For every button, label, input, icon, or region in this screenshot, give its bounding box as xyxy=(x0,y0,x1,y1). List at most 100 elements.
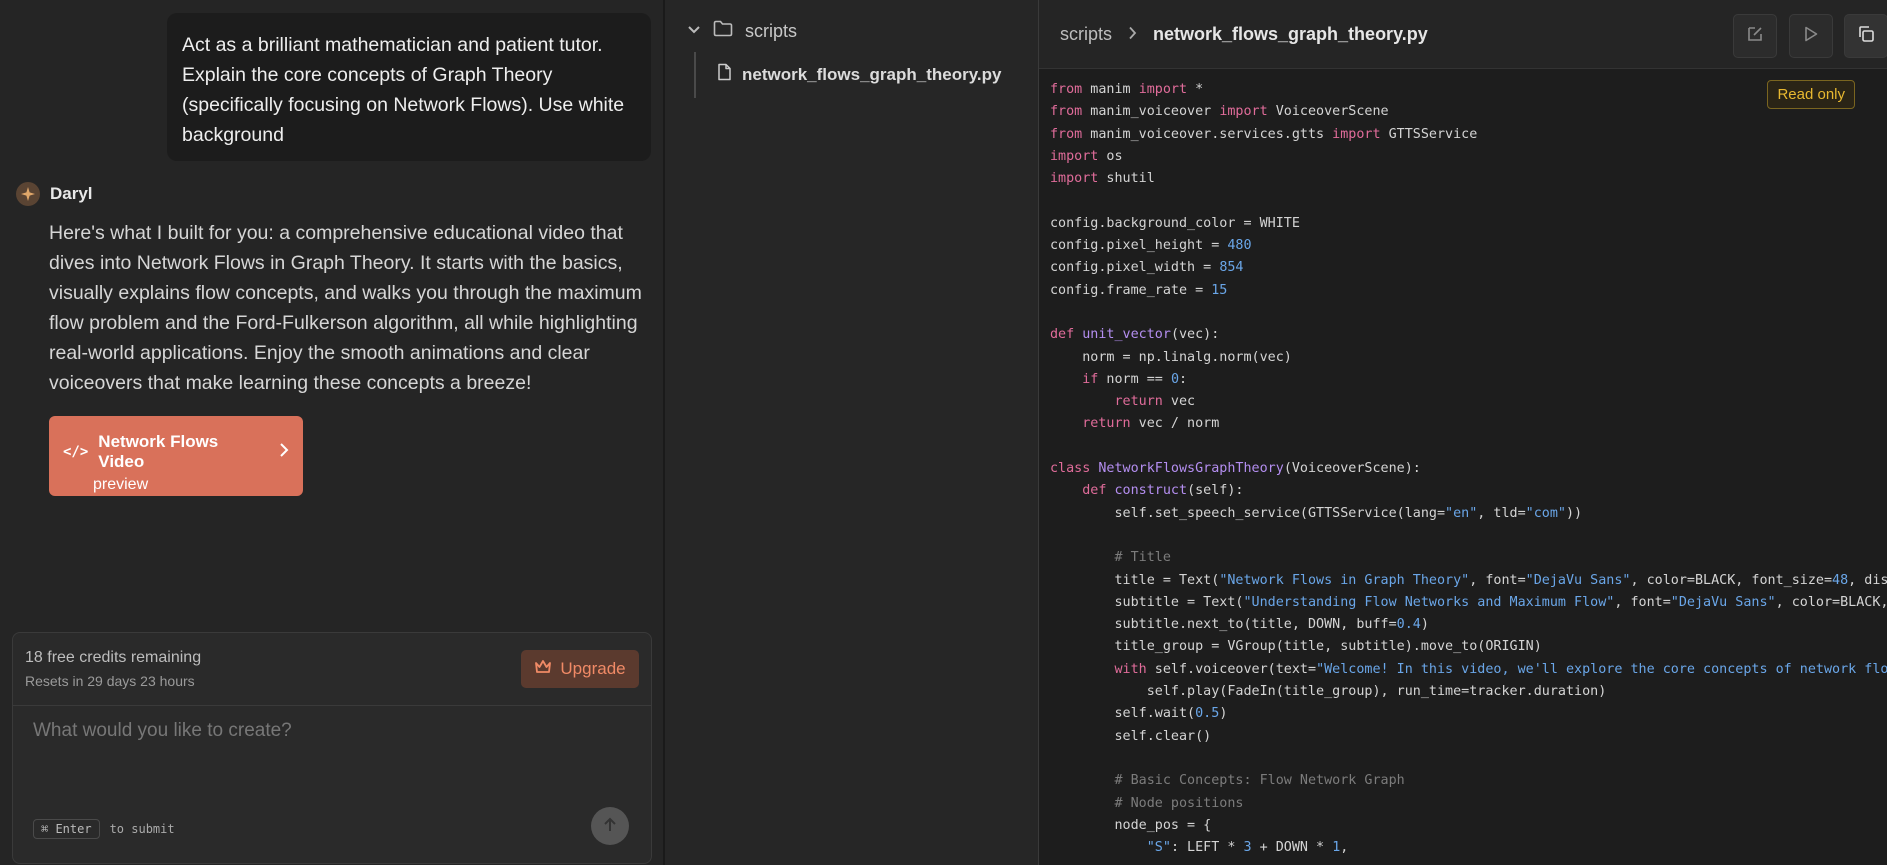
code-token: : xyxy=(1179,371,1188,387)
code-token: norm = np.linalg.norm(vec) xyxy=(1050,349,1292,365)
code-token: from xyxy=(1050,82,1083,97)
code-token: "DejaVu Sans" xyxy=(1525,572,1631,588)
file-icon xyxy=(717,63,732,86)
code-token: title = Text( xyxy=(1050,572,1220,588)
code-line: # Node positions xyxy=(1050,793,1887,815)
edit-button[interactable] xyxy=(1733,14,1777,58)
tree-guide-line xyxy=(694,52,696,98)
code-line: def construct(self): xyxy=(1050,480,1887,502)
code-line: self.play(FadeIn(title_group), run_time=… xyxy=(1050,681,1887,703)
code-token: norm == xyxy=(1098,371,1171,387)
assistant-message: Here's what I built for you: a comprehen… xyxy=(49,222,642,394)
tree-folder-scripts[interactable]: scripts xyxy=(687,20,797,42)
code-token: class xyxy=(1050,461,1091,477)
code-token: (self): xyxy=(1187,483,1244,499)
composer: 18 free credits remaining Resets in 29 d… xyxy=(12,632,652,864)
code-token: "com" xyxy=(1525,505,1566,521)
code-token: import xyxy=(1219,104,1268,120)
code-token: : LEFT * xyxy=(1170,840,1244,856)
code-token: from xyxy=(1050,104,1083,120)
code-token: construct xyxy=(1114,483,1188,499)
credits-bar: 18 free credits remaining Resets in 29 d… xyxy=(13,633,651,706)
code-token: 0 xyxy=(1170,371,1179,387)
code-token: self.set_speech_service(GTTSService(lang… xyxy=(1050,505,1446,521)
code-token: # Node positions xyxy=(1114,795,1244,811)
code-line: "S": LEFT * 3 + DOWN * 1, xyxy=(1050,837,1887,859)
editor-header: scripts network_flows_graph_theory.py xyxy=(1039,0,1887,69)
code-token: ) xyxy=(1420,617,1429,633)
credits-reset: Resets in 29 days 23 hours xyxy=(25,673,195,689)
code-token: vec / norm xyxy=(1130,416,1220,432)
code-token: , xyxy=(1340,840,1349,856)
code-line: if norm == 0: xyxy=(1050,369,1887,391)
code-line: config.background_color = WHITE xyxy=(1050,213,1887,235)
code-token: unit_vector xyxy=(1082,327,1171,343)
code-line: self.wait(0.5) xyxy=(1050,703,1887,725)
tree-file-network-flows[interactable]: network_flows_graph_theory.py xyxy=(717,63,1001,86)
arrow-up-icon xyxy=(603,817,617,836)
code-line: from manim_voiceover.services.gtts impor… xyxy=(1050,124,1887,146)
code-token: self.voiceover(text= xyxy=(1146,661,1317,677)
code-line: import os xyxy=(1050,146,1887,168)
code-token: )) xyxy=(1565,505,1583,521)
upgrade-label: Upgrade xyxy=(560,659,626,678)
code-token: "Understanding Flow Networks and Maximum… xyxy=(1243,594,1615,610)
send-button[interactable] xyxy=(591,807,629,845)
shortcut-key: ⌘ Enter xyxy=(33,819,100,839)
code-token: "en" xyxy=(1445,505,1478,521)
code-line: return vec xyxy=(1050,391,1887,413)
code-token: , disa xyxy=(1848,572,1887,588)
crown-icon xyxy=(534,659,552,680)
code-token: , tld= xyxy=(1477,505,1526,521)
file-tree-panel: scripts network_flows_graph_theory.py xyxy=(665,0,1039,865)
play-icon xyxy=(1804,26,1818,47)
code-token: vec xyxy=(1162,394,1196,410)
code-token: ) xyxy=(1219,706,1228,722)
chevron-down-icon xyxy=(687,22,701,40)
code-token: , color=BLACK, font_size= xyxy=(1630,572,1833,588)
code-token: * xyxy=(1187,82,1204,97)
code-line: class NetworkFlowsGraphTheory(VoiceoverS… xyxy=(1050,458,1887,480)
code-line: subtitle.next_to(title, DOWN, buff=0.4) xyxy=(1050,614,1887,636)
folder-icon xyxy=(713,20,733,42)
code-token: "Network Flows in Graph Theory" xyxy=(1219,572,1470,588)
code-line: subtitle = Text("Understanding Flow Netw… xyxy=(1050,592,1887,614)
code-token: manim_voiceover.services.gtts xyxy=(1082,126,1333,142)
breadcrumb-folder[interactable]: scripts xyxy=(1060,24,1112,45)
artifact-preview-button[interactable]: </> Network Flows Video preview xyxy=(49,416,303,496)
code-line: # Title xyxy=(1050,547,1887,569)
assistant-avatar-icon xyxy=(16,182,40,206)
code-token: (VoiceoverScene): xyxy=(1283,461,1421,477)
code-token: , color=BLACK, xyxy=(1775,594,1887,610)
code-token: NetworkFlowsGraphTheory xyxy=(1098,461,1284,477)
code-token: VoiceoverScene xyxy=(1267,104,1389,120)
code-token: subtitle.next_to(title, DOWN, buff= xyxy=(1050,617,1397,633)
code-line: import shutil xyxy=(1050,168,1887,190)
code-token: , font= xyxy=(1614,594,1671,610)
code-token: import xyxy=(1138,82,1188,97)
code-icon: </> xyxy=(63,444,89,460)
submit-hint: ⌘ Enter to submit xyxy=(33,819,175,839)
code-token: self.play(FadeIn(title_group), run_time=… xyxy=(1050,684,1607,700)
code-token: with xyxy=(1114,661,1147,677)
code-token: config.background_color = WHITE xyxy=(1050,215,1300,231)
chat-panel: Act as a brilliant mathematician and pat… xyxy=(0,0,665,865)
copy-button[interactable] xyxy=(1844,14,1887,58)
copy-icon xyxy=(1857,25,1875,48)
code-token: config.pixel_width = xyxy=(1050,260,1220,276)
code-token: manim xyxy=(1082,82,1139,97)
code-token: if xyxy=(1082,371,1099,387)
run-button[interactable] xyxy=(1789,14,1833,58)
code-editor-panel: scripts network_flows_graph_theory.py Re… xyxy=(1039,0,1887,865)
code-token: os xyxy=(1098,148,1123,164)
upgrade-button[interactable]: Upgrade xyxy=(521,650,639,688)
